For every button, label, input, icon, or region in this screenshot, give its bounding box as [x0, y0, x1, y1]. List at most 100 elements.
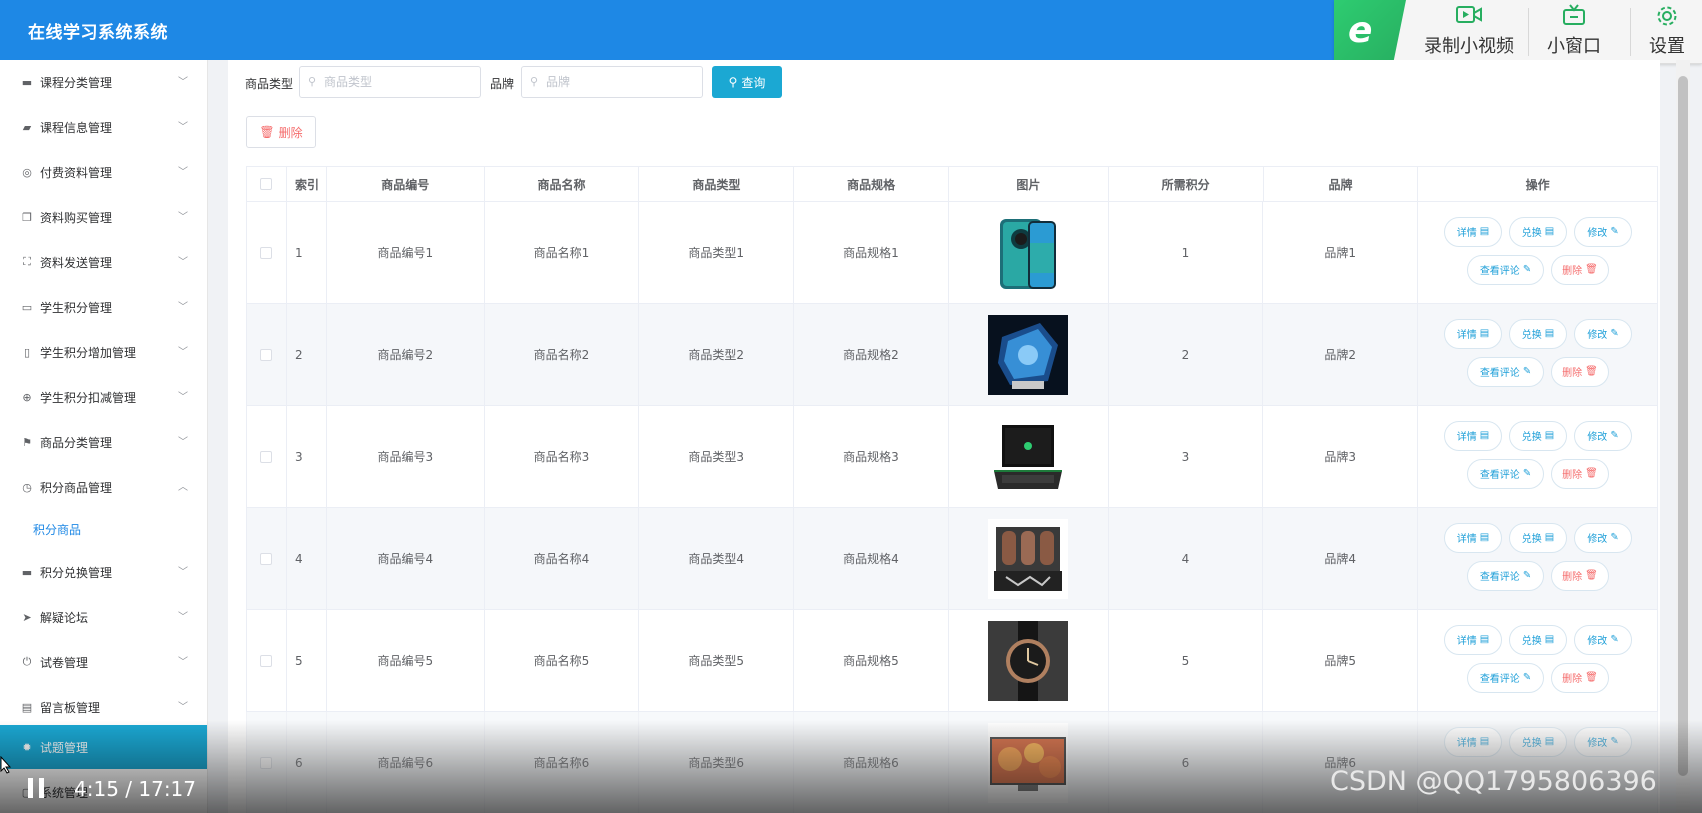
sidebar-item-material-send[interactable]: ⛶ 资料发送管理 ﹀ — [0, 240, 207, 284]
row-checkbox[interactable] — [260, 552, 273, 565]
comments-label: 查看评论 — [1479, 266, 1520, 277]
product-image-tube-amplifier — [988, 518, 1069, 599]
sidebar-item-exam-paper[interactable]: ⏻ 试卷管理 ﹀ — [0, 640, 207, 684]
points-cell: 3 — [1109, 406, 1264, 507]
record-video-button[interactable]: 录制小视频 — [1414, 4, 1524, 60]
settings-button[interactable]: 设置 — [1636, 4, 1698, 60]
trash-icon: 🗑 — [1585, 570, 1598, 581]
batch-delete-button[interactable]: 🗑 删除 — [246, 116, 316, 148]
spec-cell: 商品规格4 — [794, 508, 949, 609]
row-checkbox[interactable] — [260, 450, 273, 463]
chevron-down-icon: ﹀ — [178, 702, 188, 713]
delete-button-label: 删除 — [278, 125, 303, 140]
mini-window-label: 小窗口 — [1547, 36, 1601, 57]
exchange-label: 兑换 — [1521, 432, 1542, 443]
exchange-button[interactable]: 兑换 ▤ — [1509, 726, 1568, 757]
view-comments-button[interactable]: 查看评论 ✎ — [1467, 560, 1545, 591]
view-comments-button[interactable]: 查看评论 ✎ — [1467, 458, 1545, 489]
row-checkbox[interactable] — [260, 246, 273, 259]
exchange-button[interactable]: 兑换 ▤ — [1509, 522, 1568, 553]
detail-label: 详情 — [1456, 228, 1477, 239]
sidebar-item-student-points[interactable]: ▭ 学生积分管理 ﹀ — [0, 285, 207, 329]
sidebar-item-course-category[interactable]: ▬ 课程分类管理 ﹀ — [0, 60, 207, 104]
index-cell: 6 — [287, 712, 327, 813]
table-row: 2 商品编号2 商品名称2 商品类型2 商品规格2 2 品牌2 详情 ▤ 兑换 ▤ … — [246, 304, 1658, 406]
sidebar-item-points-deduct[interactable]: ⊕ 学生积分扣减管理 ﹀ — [0, 375, 207, 419]
type-cell: 商品类型4 — [639, 508, 795, 609]
row-checkbox[interactable] — [260, 756, 273, 769]
pencil-icon: ✎ — [1522, 468, 1532, 479]
document-icon: ▤ — [1544, 634, 1555, 645]
clock-icon: ◷ — [22, 480, 32, 494]
view-comments-button[interactable]: 查看评论 ✎ — [1467, 356, 1545, 387]
exchange-label: 兑换 — [1521, 636, 1542, 647]
exchange-button[interactable]: 兑换 ▤ — [1509, 318, 1568, 349]
edit-button[interactable]: 修改 ✎ — [1574, 420, 1633, 451]
sidebar-item-material-purchase[interactable]: ❐ 资料购买管理 ﹀ — [0, 195, 207, 239]
row-checkbox[interactable] — [260, 348, 273, 361]
edit-button[interactable]: 修改 ✎ — [1574, 318, 1633, 349]
number-cell: 商品编号2 — [327, 304, 485, 405]
sidebar-item-course-info[interactable]: ▰ 课程信息管理 ﹀ — [0, 105, 207, 149]
type-label: 商品类型 — [245, 77, 294, 91]
exchange-button[interactable]: 兑换 ▤ — [1509, 624, 1568, 655]
edit-button[interactable]: 修改 ✎ — [1574, 624, 1633, 655]
pause-button[interactable] — [28, 778, 46, 798]
exchange-label: 兑换 — [1521, 228, 1542, 239]
edit-button[interactable]: 修改 ✎ — [1574, 522, 1633, 553]
name-cell: 商品名称2 — [485, 304, 640, 405]
detail-button[interactable]: 详情 ▤ — [1444, 216, 1503, 247]
sidebar-item-label: 资料发送管理 — [40, 255, 113, 270]
exchange-button[interactable]: 兑换 ▤ — [1509, 216, 1568, 247]
detail-button[interactable]: 详情 ▤ — [1444, 522, 1503, 553]
query-button[interactable]: ⚲ 查询 — [712, 66, 782, 98]
submenu-item-points-product[interactable]: 积分商品 — [0, 509, 207, 549]
name-cell: 商品名称3 — [485, 406, 640, 507]
sidebar-item-forum[interactable]: ➤ 解疑论坛 ﹀ — [0, 595, 207, 639]
view-comments-button[interactable]: 查看评论 ✎ — [1467, 662, 1545, 693]
detail-button[interactable]: 详情 ▤ — [1444, 318, 1503, 349]
scrollbar-thumb[interactable] — [1678, 76, 1688, 776]
delete-row-button[interactable]: 删除 🗑 — [1551, 560, 1610, 591]
sidebar-item-points-increase[interactable]: ▯ 学生积分增加管理 ﹀ — [0, 330, 207, 374]
sidebar-item-label: 商品分类管理 — [40, 435, 113, 450]
column-header: 图片 — [949, 167, 1109, 201]
edit-button[interactable]: 修改 ✎ — [1574, 216, 1633, 247]
sidebar-item-points-exchange[interactable]: ▬ 积分兑换管理 ﹀ — [0, 550, 207, 594]
sidebar-item-message-board[interactable]: ▤ 留言板管理 ﹀ — [0, 685, 207, 729]
pencil-icon: ✎ — [1522, 366, 1532, 377]
delete-row-button[interactable]: 删除 🗑 — [1551, 356, 1610, 387]
pause-icon — [28, 778, 33, 798]
trash-icon: 🗑 — [1585, 366, 1598, 377]
power-icon: ⏻ — [22, 655, 32, 668]
sidebar-item-paid-material[interactable]: ◎ 付费资料管理 ﹀ — [0, 150, 207, 194]
sidebar-item-label: 试题管理 — [40, 740, 89, 755]
row-checkbox[interactable] — [260, 654, 273, 667]
detail-button[interactable]: 详情 ▤ — [1444, 624, 1503, 655]
delete-row-button[interactable]: 删除 🗑 — [1551, 662, 1610, 693]
type-cell: 商品类型3 — [639, 406, 795, 507]
brand-search-input[interactable] — [521, 66, 703, 98]
compass-icon: ◎ — [22, 165, 32, 179]
detail-button[interactable]: 详情 ▤ — [1444, 726, 1503, 757]
sidebar-item-label: 解疑论坛 — [40, 610, 89, 625]
delete-row-button[interactable]: 删除 🗑 — [1551, 254, 1610, 285]
thumb-icon: ▰ — [22, 120, 32, 134]
exchange-button[interactable]: 兑换 ▤ — [1509, 420, 1568, 451]
mini-window-button[interactable]: 小窗口 — [1538, 4, 1610, 60]
select-all-checkbox[interactable] — [260, 178, 273, 190]
chevron-down-icon: ﹀ — [178, 122, 188, 133]
edit-button[interactable]: 修改 ✎ — [1574, 726, 1633, 757]
sidebar-item-question[interactable]: ✹ 试题管理 — [0, 725, 207, 769]
name-cell: 商品名称5 — [485, 610, 640, 711]
sidebar-item-product-category[interactable]: ⚑ 商品分类管理 ﹀ — [0, 420, 207, 464]
video-time: 4:15 / 17:17 — [74, 777, 197, 801]
edit-label: 修改 — [1587, 636, 1608, 647]
send-icon: ➤ — [22, 610, 32, 624]
delete-row-button[interactable]: 删除 🗑 — [1551, 458, 1610, 489]
view-comments-button[interactable]: 查看评论 ✎ — [1467, 254, 1545, 285]
type-search-input[interactable] — [299, 66, 481, 98]
detail-button[interactable]: 详情 ▤ — [1444, 420, 1503, 451]
sidebar-item-points-product[interactable]: ◷ 积分商品管理 ︿ — [0, 465, 207, 509]
index-cell: 4 — [287, 508, 327, 609]
